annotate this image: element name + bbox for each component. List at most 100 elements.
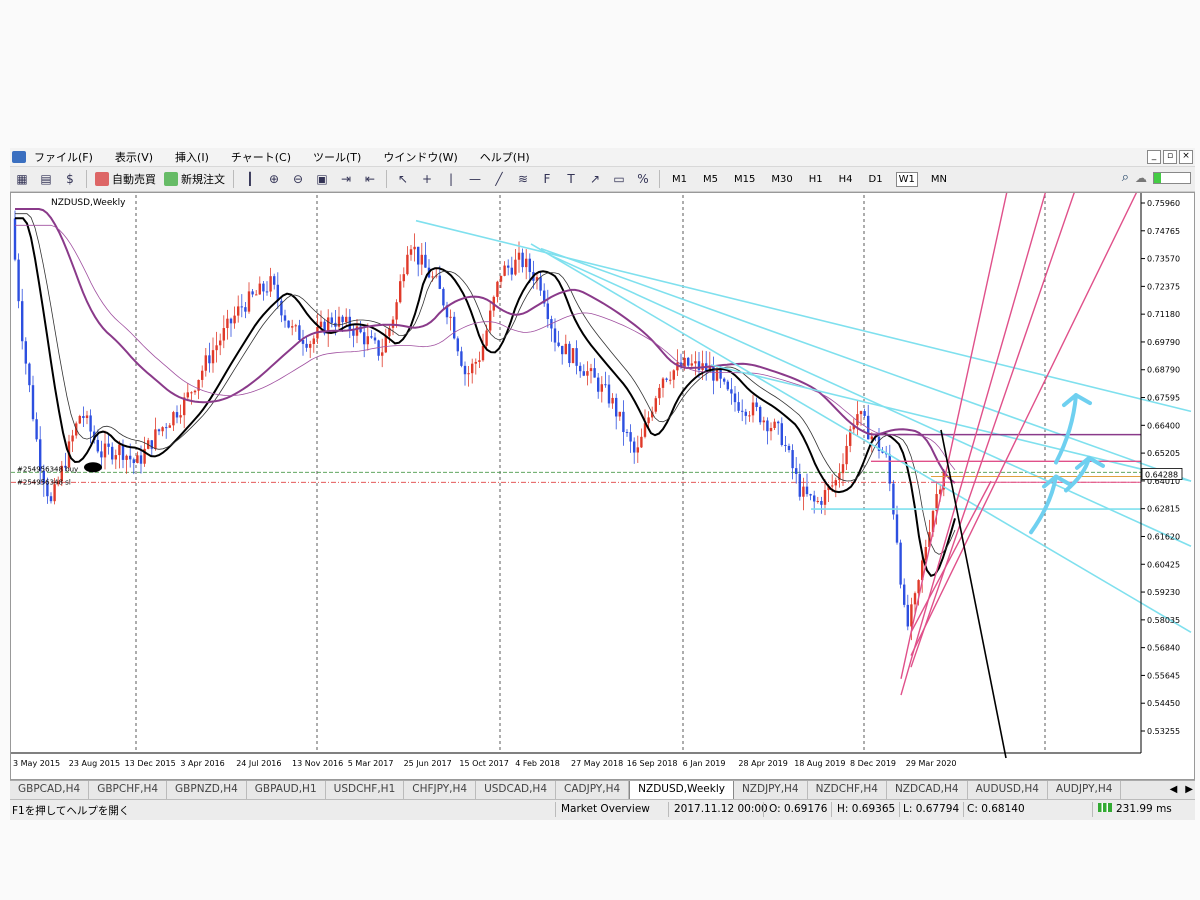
new-chart-icon[interactable]: ▦ [12,169,32,189]
tab-audjpy-h4[interactable]: AUDJPY,H4 [1048,781,1122,799]
menu-chart[interactable]: チャート(C) [231,149,291,165]
candle-body [460,351,463,366]
tab-gbpcad-h4[interactable]: GBPCAD,H4 [10,781,90,799]
tab-nzdjpy-h4[interactable]: NZDJPY,H4 [734,781,808,799]
date-tick-label: 13 Dec 2015 [125,759,176,768]
status-divider [963,802,964,817]
new-order-button[interactable]: 新規注文 [164,171,225,187]
candle-body [136,455,139,464]
timeframe-m1[interactable]: M1 [669,172,690,187]
market-watch-icon[interactable]: $ [60,169,80,189]
tab-nzdcad-h4[interactable]: NZDCAD,H4 [887,781,968,799]
fan-line [910,193,1138,656]
rectangle-icon[interactable]: ▭ [609,169,629,189]
candle-body [190,392,193,394]
candle-body [841,464,845,474]
candle-body [132,459,135,464]
date-tick-label: 27 May 2018 [571,759,623,768]
vertical-line-icon[interactable]: | [441,169,461,189]
profiles-icon[interactable]: ▤ [36,169,56,189]
candle-body [669,379,672,381]
trendline-icon[interactable]: ╱ [489,169,509,189]
tab-gbpnzd-h4[interactable]: GBPNZD,H4 [167,781,247,799]
search-icon[interactable]: ⌕ [1122,170,1129,185]
text-icon[interactable]: T [561,169,581,189]
menu-help[interactable]: ヘルプ(H) [480,149,530,165]
timeframe-h4[interactable]: H4 [836,172,856,187]
zoom-in-icon[interactable]: ⊕ [264,169,284,189]
price-tick-label: 0.72375 [1147,282,1180,291]
candle-body [813,495,816,502]
timeframe-m5[interactable]: M5 [700,172,721,187]
tab-gbpaud-h1[interactable]: GBPAUD,H1 [247,781,326,799]
candle-body [395,302,398,320]
tab-scroll-left-icon[interactable]: ◀ [1170,781,1178,798]
crosshair-icon[interactable]: + [417,169,437,189]
trend-line [540,247,1192,482]
candle-body [211,350,215,364]
timeframe-mn[interactable]: MN [928,172,950,187]
candle-body [791,450,794,469]
tab-audusd-h4[interactable]: AUDUSD,H4 [968,781,1048,799]
candle-body [384,336,387,353]
menu-window[interactable]: ウインドウ(W) [383,149,457,165]
timeframe-d1[interactable]: D1 [866,172,886,187]
candle-body [737,402,740,411]
candle-body [496,281,499,297]
candle-body [687,357,690,366]
candle-body [208,355,211,364]
minimize-icon[interactable]: _ [1147,150,1161,164]
candle-body [604,384,607,386]
menu-insert[interactable]: 挿入(I) [175,149,209,165]
tab-cadjpy-h4[interactable]: CADJPY,H4 [556,781,630,799]
date-tick-label: 5 Mar 2017 [348,759,394,768]
menu-file[interactable]: ファイル(F) [34,149,93,165]
tab-gbpchf-h4[interactable]: GBPCHF,H4 [89,781,168,799]
candle-body [31,385,35,420]
chart-area[interactable]: 0.75960 0.74765 0.73570 0.72375 0.71180 0.697… [10,192,1195,780]
candle-body [582,371,585,376]
menu-view[interactable]: 表示(V) [115,149,153,165]
channel-icon[interactable]: ≋ [513,169,533,189]
bar-chart-icon[interactable]: ┃ [240,169,260,189]
tab-nzdusd-weekly[interactable]: NZDUSD,Weekly [629,781,734,799]
zoom-out-icon[interactable]: ⊖ [288,169,308,189]
price-tick-label: 0.55645 [1147,671,1180,680]
timeframe-h1[interactable]: H1 [806,172,826,187]
chart-shift-icon[interactable]: ⇤ [360,169,380,189]
tab-chfjpy-h4[interactable]: CHFJPY,H4 [404,781,477,799]
timeframe-m15[interactable]: M15 [731,172,758,187]
date-tick-label: 23 Aug 2015 [69,759,120,768]
price-chart[interactable]: 0.75960 0.74765 0.73570 0.72375 0.71180 0.697… [11,193,1194,779]
tab-scroll-right-icon[interactable]: ▶ [1185,781,1193,798]
tile-windows-icon[interactable]: ▣ [312,169,332,189]
toolbar-separator [86,170,87,188]
arrow-tool-icon[interactable]: ↗ [585,169,605,189]
price-tick-label: 0.73570 [1147,255,1180,264]
timeframe-w1[interactable]: W1 [895,171,918,187]
menu-tools[interactable]: ツール(T) [313,149,361,165]
shapes-dropdown-icon[interactable]: % [633,169,653,189]
toolbar-right: ⌕ ☁ [1122,170,1191,185]
tab-usdchf-h1[interactable]: USDCHF,H1 [326,781,405,799]
candle-body [730,389,733,394]
candle-body [499,275,503,282]
new-order-icon [164,172,178,186]
horizontal-line-icon[interactable]: — [465,169,485,189]
auto-trade-button[interactable]: 自動売買 [95,171,156,187]
tab-nzdchf-h4[interactable]: NZDCHF,H4 [808,781,887,799]
fibonacci-icon[interactable]: F [537,169,557,189]
timeframe-m30[interactable]: M30 [768,172,795,187]
price-tick-label: 0.68790 [1147,366,1180,375]
candle-body [467,373,470,375]
restore-icon[interactable]: ▫ [1163,150,1177,164]
candle-body [114,455,117,460]
chat-icon[interactable]: ☁ [1135,171,1147,185]
candle-body [165,427,168,429]
auto-scroll-icon[interactable]: ⇥ [336,169,356,189]
cursor-icon[interactable]: ↖ [393,169,413,189]
candle-body [348,316,351,331]
close-icon[interactable]: × [1179,150,1193,164]
status-ping: 231.99 ms [1116,803,1172,815]
tab-usdcad-h4[interactable]: USDCAD,H4 [476,781,557,799]
